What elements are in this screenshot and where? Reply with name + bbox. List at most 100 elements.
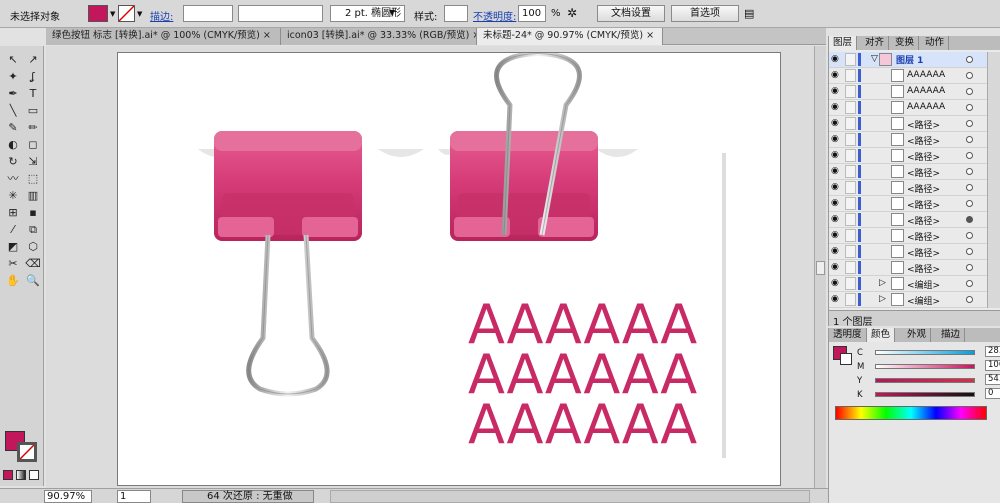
eye-icon[interactable]: ◉ xyxy=(831,151,842,160)
eye-icon[interactable]: ◉ xyxy=(831,119,842,128)
mesh-tool[interactable]: ⊞ xyxy=(4,205,22,220)
target-circle[interactable] xyxy=(966,152,973,159)
zoom-select[interactable]: 90.97% xyxy=(44,490,92,503)
vertical-scrollbar[interactable] xyxy=(814,46,826,488)
item-name[interactable]: <编组> xyxy=(907,278,971,291)
target-circle[interactable] xyxy=(966,232,973,239)
layers-scrollbar[interactable] xyxy=(987,52,1000,308)
fill-dropdown-icon[interactable]: ▼ xyxy=(110,10,115,18)
black-input[interactable]: 0 xyxy=(985,388,1000,399)
symbol-sprayer-tool[interactable]: ✳ xyxy=(4,188,22,203)
scale-tool[interactable]: ⇲ xyxy=(24,154,42,169)
item-name[interactable]: <路径> xyxy=(907,246,971,259)
slice-tool[interactable]: ✂ xyxy=(4,256,22,271)
eye-icon[interactable]: ◉ xyxy=(831,167,842,176)
layer-item-row[interactable]: ◉ <路径> xyxy=(829,180,987,196)
lock-toggle[interactable] xyxy=(845,133,856,146)
live-paint-bucket-tool[interactable]: ◩ xyxy=(4,239,22,254)
column-graph-tool[interactable]: ▥ xyxy=(24,188,42,203)
layer-item-row[interactable]: ◉ <路径> xyxy=(829,148,987,164)
item-name[interactable]: <编组> xyxy=(907,294,971,307)
opacity-input[interactable]: 100 xyxy=(518,5,546,22)
target-circle[interactable] xyxy=(966,88,973,95)
direct-selection-tool[interactable]: ↗ xyxy=(24,52,42,67)
layer-item-row[interactable]: ◉ ▷ <编组> xyxy=(829,276,987,292)
cyan-input[interactable]: 28.13 xyxy=(985,346,1000,357)
layer-item-row[interactable]: ◉ <路径> xyxy=(829,196,987,212)
eye-icon[interactable]: ◉ xyxy=(831,135,842,144)
magic-wand-tool[interactable]: ✦ xyxy=(4,69,22,84)
rectangle-tool[interactable]: ▭ xyxy=(24,103,42,118)
lock-toggle[interactable] xyxy=(845,277,856,290)
eye-icon[interactable]: ◉ xyxy=(831,263,842,272)
item-name[interactable]: <路径> xyxy=(907,262,971,275)
lock-toggle[interactable] xyxy=(845,181,856,194)
style-select[interactable] xyxy=(444,5,468,22)
expand-icon[interactable]: ▷ xyxy=(879,278,886,288)
item-name[interactable]: <路径> xyxy=(907,166,971,179)
layer-item-row[interactable]: ◉ AAAAAA xyxy=(829,68,987,84)
stroke-color-box[interactable] xyxy=(840,353,852,365)
blend-tool[interactable]: ⧉ xyxy=(24,222,42,237)
expand-icon[interactable]: ▷ xyxy=(879,294,886,304)
tab-actions[interactable]: 动作 xyxy=(921,36,950,50)
item-name[interactable]: AAAAAA xyxy=(907,102,971,112)
lasso-tool[interactable]: ʆ xyxy=(24,69,42,84)
layer-item-row[interactable]: ◉ <路径> xyxy=(829,116,987,132)
zoom-tool[interactable]: 🔍 xyxy=(24,273,42,288)
eye-icon[interactable]: ◉ xyxy=(831,183,842,192)
hand-tool[interactable]: ✋ xyxy=(4,273,22,288)
eye-icon[interactable]: ◉ xyxy=(831,215,842,224)
stroke-dropdown-icon[interactable]: ▼ xyxy=(137,10,142,18)
layer-item-row[interactable]: ◉ <路径> xyxy=(829,212,987,228)
target-circle[interactable] xyxy=(966,280,973,287)
brush-dropdown-icon[interactable]: ▼ xyxy=(389,8,395,17)
lock-toggle[interactable] xyxy=(845,213,856,226)
target-circle[interactable] xyxy=(966,248,973,255)
cyan-slider[interactable] xyxy=(875,350,975,355)
target-circle[interactable] xyxy=(966,120,973,127)
lock-toggle[interactable] xyxy=(845,53,856,66)
lock-toggle[interactable] xyxy=(845,101,856,114)
variable-width-select[interactable] xyxy=(238,5,323,22)
paintbrush-tool[interactable]: ✎ xyxy=(4,120,22,135)
tab-layers[interactable]: 图层 xyxy=(829,36,858,50)
canvas-area[interactable]: AAAAAA AAAAAA AAAAAA xyxy=(46,46,826,488)
tab-document-1[interactable]: 绿色按钮 标志 [转换].ai* @ 100% (CMYK/预览) × xyxy=(46,28,281,45)
black-slider[interactable] xyxy=(875,392,975,397)
layer-item-row[interactable]: ◉ AAAAAA xyxy=(829,84,987,100)
target-circle[interactable] xyxy=(966,184,973,191)
stroke-swatch[interactable] xyxy=(118,5,135,22)
target-circle[interactable] xyxy=(966,56,973,63)
layer-row-main[interactable]: ◉ ▽ 图层 1 xyxy=(829,52,987,68)
target-circle[interactable] xyxy=(966,296,973,303)
layer-item-row[interactable]: ◉ <路径> xyxy=(829,244,987,260)
layer-item-row[interactable]: ◉ <路径> xyxy=(829,164,987,180)
item-name[interactable]: AAAAAA xyxy=(907,70,971,80)
item-name[interactable]: <路径> xyxy=(907,134,971,147)
recolor-icon[interactable]: ✲ xyxy=(567,6,577,20)
target-circle[interactable] xyxy=(966,168,973,175)
eraser-small-tool[interactable]: ⌫ xyxy=(24,256,42,271)
lock-toggle[interactable] xyxy=(845,117,856,130)
lock-toggle[interactable] xyxy=(845,197,856,210)
eraser-tool[interactable]: ◻ xyxy=(24,137,42,152)
stroke-color-box[interactable] xyxy=(17,442,37,462)
item-name[interactable]: AAAAAA xyxy=(907,86,971,96)
target-circle[interactable] xyxy=(966,216,973,223)
tab-document-3[interactable]: 未标题-24* @ 90.97% (CMYK/预览) × xyxy=(477,28,663,45)
color-mode-icon[interactable] xyxy=(3,470,13,480)
magenta-input[interactable]: 100 xyxy=(985,360,1000,371)
target-circle[interactable] xyxy=(966,72,973,79)
opacity-label-link[interactable]: 不透明度: xyxy=(473,8,516,23)
tab-stroke[interactable]: 描边 xyxy=(937,328,966,342)
none-mode-icon[interactable] xyxy=(29,470,39,480)
scroll-thumb[interactable] xyxy=(816,261,825,275)
warp-tool[interactable]: 〰 xyxy=(4,171,22,186)
target-circle[interactable] xyxy=(966,200,973,207)
lock-toggle[interactable] xyxy=(845,69,856,82)
lock-toggle[interactable] xyxy=(845,261,856,274)
pencil-tool[interactable]: ✏ xyxy=(24,120,42,135)
eye-icon[interactable]: ◉ xyxy=(831,295,842,304)
layer-name[interactable]: 图层 1 xyxy=(896,53,923,66)
